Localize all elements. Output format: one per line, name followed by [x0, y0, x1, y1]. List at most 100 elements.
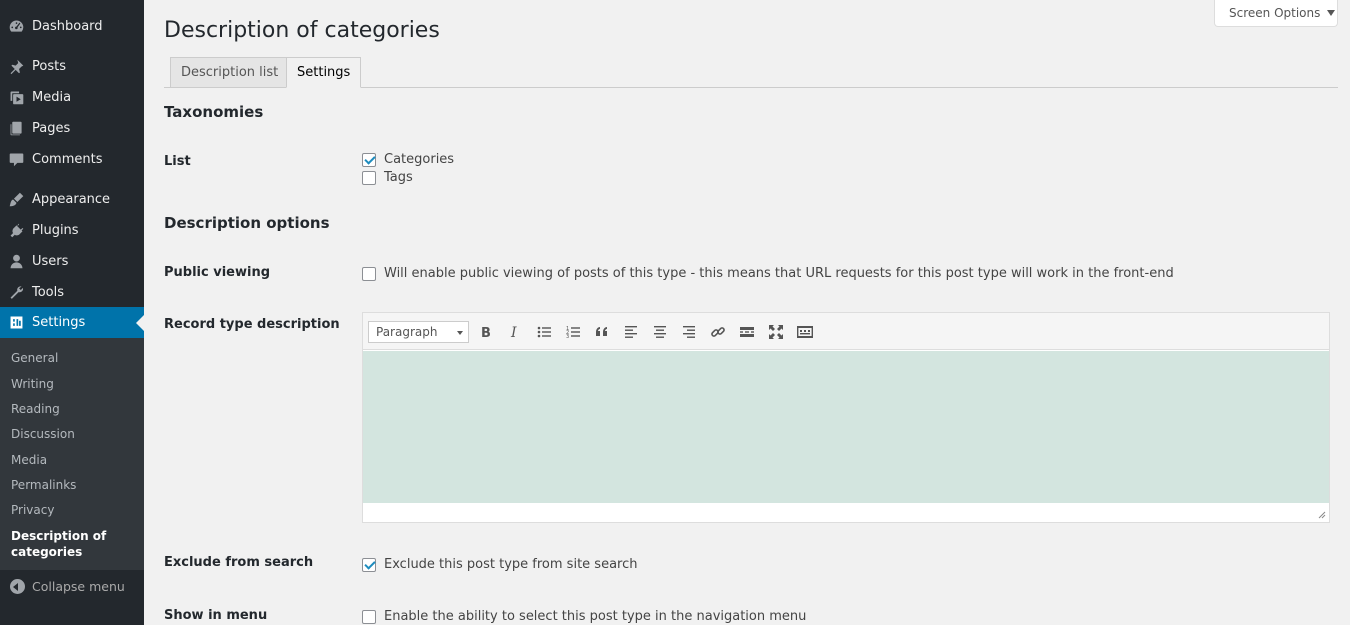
tab-settings[interactable]: Settings [286, 57, 362, 88]
record-type-description-label: Record type description [164, 317, 340, 332]
sidebar-item-label: Comments [32, 152, 103, 167]
dashboard-icon [7, 18, 25, 36]
public-viewing-text: Will enable public viewing of posts of t… [384, 266, 1174, 281]
media-icon [7, 89, 25, 107]
fullscreen-button[interactable] [766, 322, 786, 342]
comment-icon [7, 151, 25, 169]
editor-status-bar [363, 503, 1329, 522]
read-more-button[interactable] [737, 322, 757, 342]
align-center-icon [654, 326, 666, 338]
resize-handle-icon[interactable] [1318, 511, 1326, 519]
sidebar-item-label: Users [32, 254, 69, 269]
exclude-from-search-text: Exclude this post type from site search [384, 557, 638, 572]
settings-icon [7, 314, 25, 332]
sidebar-item-users[interactable]: Users [0, 246, 144, 277]
editor-content-area[interactable] [363, 351, 1329, 503]
tags-option[interactable]: Tags [362, 170, 413, 185]
public-viewing-option[interactable]: Will enable public viewing of posts of t… [362, 266, 1174, 281]
sidebar-item-pages[interactable]: Pages [0, 113, 144, 144]
format-select[interactable]: Paragraph [368, 321, 469, 343]
sidebar-item-plugins[interactable]: Plugins [0, 215, 144, 246]
plug-icon [7, 222, 25, 240]
bold-icon: B [481, 326, 491, 340]
bullet-list-icon [537, 326, 551, 338]
sidebar-item-label: Dashboard [32, 19, 103, 34]
link-icon [711, 327, 725, 337]
list-label: List [164, 154, 191, 169]
sidebar-item-label: Pages [32, 121, 71, 136]
screen-options-label: Screen Options [1229, 6, 1321, 20]
format-select-value: Paragraph [376, 325, 438, 339]
pages-icon [7, 120, 25, 138]
svg-text:I: I [510, 325, 517, 340]
categories-label: Categories [384, 152, 455, 167]
show-in-menu-text: Enable the ability to select this post t… [384, 609, 807, 624]
sidebar-item-appearance[interactable]: Appearance [0, 184, 144, 215]
align-left-button[interactable] [621, 322, 641, 342]
exclude-from-search-checkbox[interactable] [362, 557, 376, 572]
submenu-item-description-of-categories[interactable]: Description of categories [11, 528, 136, 560]
caret-down-icon [1327, 10, 1336, 16]
submenu-item-writing[interactable]: Writing [11, 376, 54, 392]
tags-checkbox[interactable] [362, 170, 376, 185]
sidebar-item-media[interactable]: Media [0, 82, 144, 113]
sidebar-item-posts[interactable]: Posts [0, 51, 144, 82]
numbered-list-button[interactable]: 123 [563, 322, 583, 342]
tab-description-list[interactable]: Description list [170, 57, 290, 88]
italic-button[interactable]: I [505, 322, 525, 342]
bold-button[interactable]: B [476, 322, 496, 342]
description-options-heading: Description options [164, 214, 330, 232]
collapse-menu-label: Collapse menu [32, 579, 125, 594]
settings-submenu: General Writing Reading Discussion Media… [0, 338, 144, 570]
align-left-icon [625, 326, 637, 338]
taxonomies-heading: Taxonomies [164, 103, 264, 121]
collapse-menu-button[interactable]: Collapse menu [0, 572, 144, 602]
pin-icon [7, 58, 25, 76]
numbered-list-icon: 123 [566, 326, 580, 340]
blockquote-button[interactable] [592, 322, 612, 342]
sidebar-item-settings[interactable]: Settings [0, 307, 144, 338]
show-in-menu-label: Show in menu [164, 608, 268, 623]
categories-checkbox[interactable] [362, 152, 376, 167]
categories-option[interactable]: Categories [362, 152, 454, 167]
public-viewing-checkbox[interactable] [362, 266, 376, 281]
insert-link-button[interactable] [708, 322, 728, 342]
fullscreen-icon [769, 325, 783, 339]
bullet-list-button[interactable] [534, 322, 554, 342]
sidebar-item-label: Media [32, 90, 72, 105]
sidebar-item-label: Plugins [32, 223, 79, 238]
exclude-from-search-option[interactable]: Exclude this post type from site search [362, 557, 637, 572]
show-in-menu-option[interactable]: Enable the ability to select this post t… [362, 609, 806, 624]
show-in-menu-checkbox[interactable] [362, 609, 376, 624]
submenu-item-media[interactable]: Media [11, 452, 47, 468]
sidebar-item-label: Appearance [32, 192, 111, 207]
exclude-from-search-label: Exclude from search [164, 555, 314, 570]
italic-icon: I [510, 325, 517, 340]
record-type-description-editor: Paragraph B I 123 [362, 312, 1330, 523]
submenu-item-reading[interactable]: Reading [11, 401, 60, 417]
sidebar-item-dashboard[interactable]: Dashboard [0, 11, 144, 42]
wrench-icon [7, 284, 25, 302]
submenu-item-general[interactable]: General [11, 350, 58, 366]
sidebar-item-label: Settings [32, 315, 86, 330]
toolbar-toggle-button[interactable] [795, 322, 815, 342]
submenu-item-permalinks[interactable]: Permalinks [11, 477, 76, 493]
screen-options-button[interactable]: Screen Options [1214, 0, 1338, 27]
align-right-button[interactable] [679, 322, 699, 342]
svg-text:3: 3 [566, 334, 569, 340]
align-right-icon [683, 326, 695, 338]
blockquote-icon [596, 327, 607, 336]
public-viewing-label: Public viewing [164, 265, 271, 280]
tags-label: Tags [384, 170, 413, 185]
sidebar-item-comments[interactable]: Comments [0, 144, 144, 175]
align-center-button[interactable] [650, 322, 670, 342]
submenu-item-discussion[interactable]: Discussion [11, 426, 75, 442]
page-title: Description of categories [164, 18, 440, 43]
brush-icon [7, 191, 25, 209]
sidebar-item-label: Posts [32, 59, 66, 74]
submenu-item-privacy[interactable]: Privacy [11, 502, 54, 518]
read-more-icon [740, 327, 754, 337]
admin-sidebar: Dashboard Posts Media Pages Comments App… [0, 0, 144, 625]
sidebar-item-tools[interactable]: Tools [0, 277, 144, 308]
collapse-arrow-icon [10, 579, 25, 594]
